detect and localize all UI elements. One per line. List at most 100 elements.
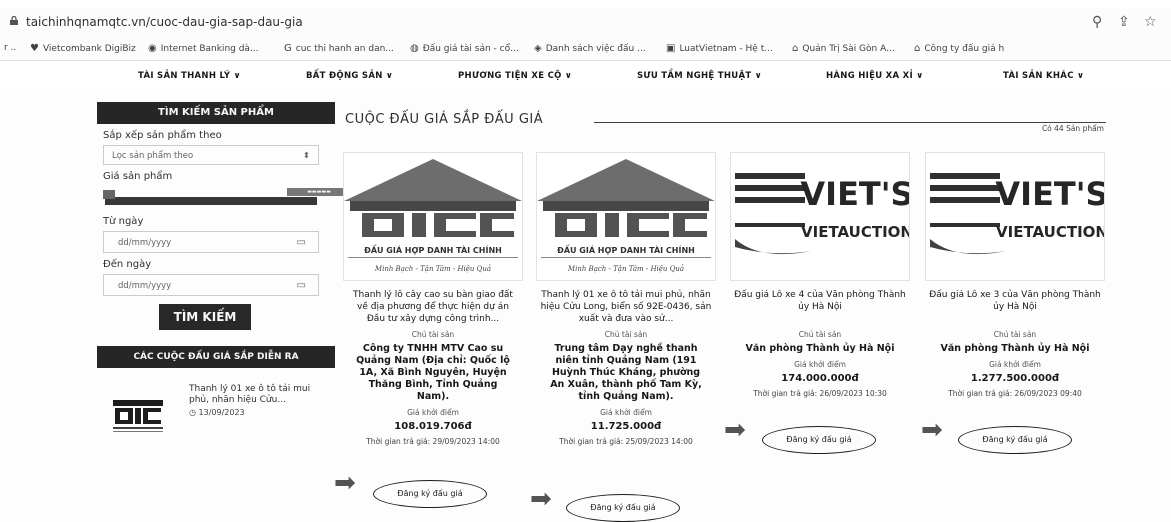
otc-logo: ĐẤU GIÁ HỢP DANH TÀI CHÍNH Minh Bạch - T… <box>344 159 522 273</box>
globe-icon: ◈ <box>534 43 542 54</box>
bookmark-7[interactable]: ⌂ Quản Trị Sài Gòn A... <box>792 43 895 54</box>
auction-card-time: Thời gian trả giá: 26/09/2023 10:30 <box>753 389 887 398</box>
google-icon: G <box>284 43 292 54</box>
nav-item-luxury[interactable]: HÀNG HIỆU XA XỈ ∨ <box>826 71 923 81</box>
nav-item-liquidation[interactable]: TÀI SẢN THANH LÝ ∨ <box>138 71 241 81</box>
zoom-icon[interactable]: ⚲ <box>1092 14 1102 30</box>
bookmark-4[interactable]: ◍ Đấu giá tài sản - cổ... <box>410 43 519 54</box>
select-arrows-icon: ⬍ <box>302 151 310 161</box>
home-icon: ⌂ <box>792 43 799 54</box>
search-panel-title: TÌM KIẾM SẢN PHẨM <box>97 102 335 124</box>
nav-item-other[interactable]: TÀI SẢN KHÁC ∨ <box>1003 71 1084 81</box>
auction-card[interactable]: VIET'S VIETAUCTION Đấu giá Lô xe 3 của V… <box>925 152 1105 398</box>
sidebar: TÌM KIẾM SẢN PHẨM Sắp xếp sản phẩm theo … <box>97 102 351 440</box>
register-button[interactable]: Đăng ký đấu giá <box>958 426 1072 454</box>
bookmark-2[interactable]: ◉ Internet Banking dà... <box>148 43 259 54</box>
arrow-annotation-icon: ➡ <box>334 468 356 498</box>
nav-item-vehicles[interactable]: PHƯƠNG TIỆN XE CỘ ∨ <box>458 71 572 81</box>
otc-slogan: Minh Bạch - Tận Tâm - Hiệu Quả <box>567 264 684 273</box>
clock-icon: ◷ <box>189 408 199 417</box>
from-date-input[interactable]: dd/mm/yyyy ▭ <box>103 231 319 253</box>
bookmark-5[interactable]: ◈ Danh sách việc đấu ... <box>534 43 646 54</box>
price-slider-max-handle[interactable]: ▬▬▬▬▬ <box>287 188 351 196</box>
auction-card-price: 1.277.500.000đ <box>970 373 1060 384</box>
otc-slogan: Minh Bạch - Tận Tâm - Hiệu Quả <box>374 264 491 273</box>
auction-card-owner: Văn phòng Thành ủy Hà Nội <box>745 343 895 354</box>
otc-caption: ĐẤU GIÁ HỢP DANH TÀI CHÍNH <box>364 243 502 255</box>
sort-select-value: Lọc sản phẩm theo <box>112 151 194 161</box>
start-price-label: Giá khởi điểm <box>989 360 1041 369</box>
arrow-annotation-icon: ➡ <box>724 415 746 445</box>
auction-card-price: 174.000.000đ <box>781 373 859 384</box>
arrow-annotation-icon: ➡ <box>921 415 943 445</box>
upcoming-item-title[interactable]: Thanh lý 01 xe ô tô tải mui phủ, nhãn hi… <box>189 384 329 406</box>
bookmark-star-icon[interactable]: ☆ <box>1144 14 1157 30</box>
product-count: Có 44 Sản phẩm <box>1041 124 1104 133</box>
otc-logo <box>113 400 163 432</box>
bookmark-8[interactable]: ⌂ Công ty đấu giá h <box>914 43 1004 54</box>
register-button[interactable]: Đăng ký đấu giá <box>373 480 487 508</box>
upcoming-panel-title: CÁC CUỘC ĐẤU GIÁ SẮP DIỄN RA <box>97 346 335 368</box>
url-text[interactable]: taichinhqnamqtc.vn/cuoc-dau-gia-sap-dau-… <box>26 15 303 29</box>
address-bar[interactable]: taichinhqnamqtc.vn/cuoc-dau-gia-sap-dau-… <box>0 8 1171 39</box>
vietauction-wordmark: VIETAUCTION <box>996 223 1104 241</box>
auction-card-image[interactable]: VIET'S VIETAUCTION <box>730 152 910 281</box>
page-icon: ▣ <box>666 43 676 54</box>
bookmark-6[interactable]: ▣ LuatVietnam - Hệ t... <box>666 43 773 54</box>
globe-icon: ◉ <box>148 43 157 54</box>
sort-select[interactable]: Lọc sản phẩm theo ⬍ <box>103 145 319 165</box>
sort-label: Sắp xếp sản phẩm theo <box>103 130 222 141</box>
to-date-placeholder: dd/mm/yyyy <box>118 281 172 291</box>
auction-card[interactable]: VIET'S VIETAUCTION Đấu giá Lô xe 4 của V… <box>730 152 910 398</box>
otc-caption: ĐẤU GIÁ HỢP DANH TÀI CHÍNH <box>557 243 695 255</box>
calendar-icon[interactable]: ▭ <box>297 275 306 297</box>
register-button[interactable]: Đăng ký đấu giá <box>762 426 876 454</box>
from-date-placeholder: dd/mm/yyyy <box>118 238 172 248</box>
auction-card[interactable]: ĐẤU GIÁ HỢP DANH TÀI CHÍNH Minh Bạch - T… <box>343 152 523 446</box>
otc-logo: ĐẤU GIÁ HỢP DANH TÀI CHÍNH Minh Bạch - T… <box>537 159 715 273</box>
top-edge <box>0 0 1171 8</box>
to-date-input[interactable]: dd/mm/yyyy ▭ <box>103 274 319 296</box>
upcoming-item-date: ◷ 13/09/2023 <box>189 408 245 417</box>
viet-wordmark: VIET'S <box>995 175 1104 213</box>
start-price-label: Giá khởi điểm <box>600 408 652 417</box>
heart-icon: ♥ <box>30 43 39 54</box>
vietauction-logo: VIET'S VIETAUCTION <box>930 173 1104 255</box>
page-title: CUỘC ĐẤU GIÁ SẮP ĐẤU GIÁ <box>345 112 544 127</box>
auction-card-time: Thời gian trả giá: 29/09/2023 14:00 <box>366 437 500 446</box>
auction-card-owner: Trung tâm Dạy nghề thanh niên tỉnh Quảng… <box>550 343 702 402</box>
price-label: Giá sản phẩm <box>103 171 173 182</box>
register-button[interactable]: Đăng ký đấu giá <box>566 494 680 522</box>
nav-item-real-estate[interactable]: BẤT ĐỘNG SẢN ∨ <box>306 71 393 81</box>
bookmark-1[interactable]: ♥ Vietcombank DigiBiz <box>30 43 136 54</box>
from-date-label: Từ ngày <box>103 216 144 227</box>
auction-card-image[interactable]: VIET'S VIETAUCTION <box>925 152 1105 281</box>
vietauction-logo: VIET'S VIETAUCTION <box>735 173 909 255</box>
auction-card[interactable]: ĐẤU GIÁ HỢP DANH TÀI CHÍNH Minh Bạch - T… <box>536 152 716 446</box>
calendar-icon[interactable]: ▭ <box>297 232 306 254</box>
vietauction-wordmark: VIETAUCTION <box>801 223 909 241</box>
bookmark-3[interactable]: Gcuc thi hanh an dan... <box>284 43 394 54</box>
start-price-label: Giá khởi điểm <box>407 408 459 417</box>
main-nav: TÀI SẢN THANH LÝ ∨ BẤT ĐỘNG SẢN ∨ PHƯƠNG… <box>0 62 1171 90</box>
auction-card-title[interactable]: Thanh lý 01 xe ô tô tải mui phủ, nhãn hi… <box>536 289 716 325</box>
search-button[interactable]: TÌM KIẾM <box>159 304 251 330</box>
auction-card-image[interactable]: ĐẤU GIÁ HỢP DANH TÀI CHÍNH Minh Bạch - T… <box>536 152 716 281</box>
share-icon[interactable]: ⇪ <box>1118 14 1130 30</box>
bookmarks-bar: r .. ♥ Vietcombank DigiBiz ◉ Internet Bank… <box>0 38 1171 61</box>
upcoming-item[interactable]: Thanh lý 01 xe ô tô tải mui phủ, nhãn hi… <box>97 380 335 440</box>
price-slider[interactable]: ▬▬▬▬▬ <box>103 186 351 210</box>
auction-card-title[interactable]: Đấu giá Lô xe 3 của Văn phòng Thành ủy H… <box>925 289 1105 325</box>
home-icon: ⌂ <box>914 43 921 54</box>
auction-card-title[interactable]: Đấu giá Lô xe 4 của Văn phòng Thành ủy H… <box>730 289 910 325</box>
price-slider-min-handle[interactable] <box>103 190 115 199</box>
upcoming-item-date-text: 13/09/2023 <box>198 408 245 417</box>
bookmarks-overflow[interactable]: r .. <box>4 43 16 53</box>
globe-icon: ◍ <box>410 43 419 54</box>
nav-item-art[interactable]: SƯU TẦM NGHỆ THUẬT ∨ <box>637 71 762 81</box>
auction-card-price: 11.725.000đ <box>590 421 662 432</box>
lock-icon <box>10 16 18 25</box>
auction-card-image[interactable]: ĐẤU GIÁ HỢP DANH TÀI CHÍNH Minh Bạch - T… <box>343 152 523 281</box>
auction-card-title[interactable]: Thanh lý lô cây cao su bàn giao đất về đ… <box>343 289 523 325</box>
to-date-label: Đến ngày <box>103 259 152 270</box>
